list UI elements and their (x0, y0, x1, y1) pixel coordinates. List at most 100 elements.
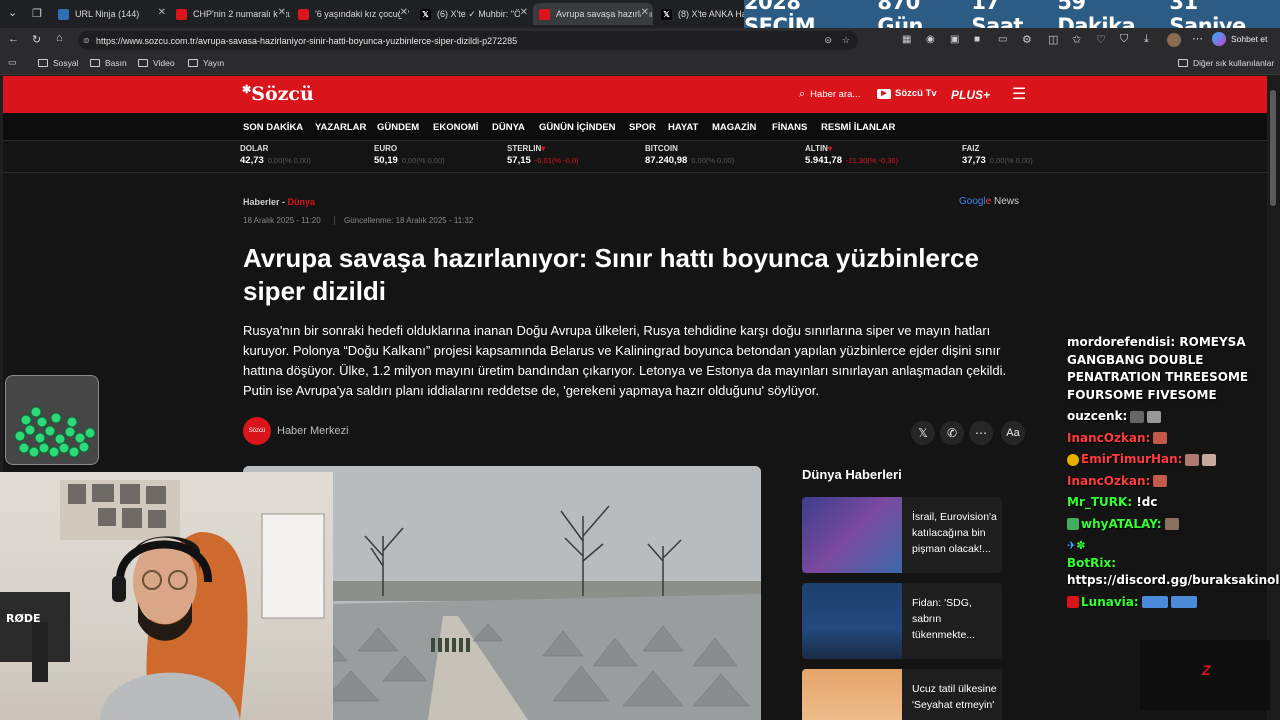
hamburger-menu-icon[interactable]: ☰ (1012, 84, 1026, 104)
nav-gundem[interactable]: GÜNDEM (377, 122, 419, 133)
extension-icon[interactable]: ■ (974, 34, 980, 45)
ticker-name: EURO (374, 144, 398, 153)
favorite-star-icon[interactable]: ☆ (842, 35, 850, 46)
tab-label: CHP'nin 2 numaralı koltuğu (193, 9, 290, 19)
nav-spor[interactable]: SPOR (629, 122, 656, 133)
tab-kiz-cocugu[interactable]: '6 yaşındaki kız çocuğu' ✕ (292, 3, 412, 25)
streamer-webcam-overlay: RØDE (0, 472, 333, 720)
extension-icon[interactable]: ▣ (950, 34, 959, 45)
tab-url-ninja[interactable]: URL Ninja (144) ✕ (52, 3, 170, 25)
updated-date: Güncellenme: 18 Aralık 2025 - 11:32 (334, 216, 473, 225)
sidebar-news-item[interactable]: Ucuz tatil ülkesine 'Seyahat etmeyin' (802, 669, 1002, 720)
ticker-dolar[interactable]: DOLAR 42,73 0,00(% 0,00) (240, 144, 311, 166)
bookmark-label: Video (153, 58, 175, 68)
address-input[interactable]: ⊜ https://www.sozcu.com.tr/avrupa-savasa… (78, 31, 858, 50)
nav-hayat[interactable]: HAYAT (668, 122, 698, 133)
more-icon[interactable]: ⋯ (1192, 32, 1203, 45)
x-favicon: 𝕏 (420, 8, 431, 20)
close-icon[interactable]: ✕ (158, 7, 166, 18)
tab-x-muhbir[interactable]: 𝕏 (6) X'te ✓ Muhbir: "Ö ✕ (414, 3, 532, 25)
tab-label: Avrupa savaşa hazırlanı (556, 9, 653, 19)
tab-x-anka[interactable]: 𝕏 (8) X'te ANKA Haber (655, 3, 745, 25)
play-icon: ▶ (877, 88, 891, 99)
share-whatsapp-icon[interactable]: ✆ (940, 421, 964, 445)
nav-ekonomi[interactable]: EKONOMİ (433, 122, 478, 133)
sidebar-news-item[interactable]: İsrail, Eurovision'a katılacağına bin pi… (802, 497, 1002, 573)
stream-jar-overlay (5, 375, 99, 465)
ticker-euro[interactable]: EURO 50,19 0,00(% 0,00) (374, 144, 445, 166)
sidebar-news-item[interactable]: Fidan: 'SDG, sabrın tükenmekte... (802, 583, 1002, 659)
back-icon[interactable]: ← (8, 33, 19, 45)
ticker-bitcoin[interactable]: BITCOIN 87.240,98 0,00(% 0,00) (645, 144, 734, 166)
plus-link[interactable]: PLUS+ (951, 88, 990, 102)
home-icon[interactable]: ⌂ (56, 32, 63, 44)
close-icon[interactable]: ✕ (277, 7, 286, 18)
reader-icon[interactable]: ⊝ (824, 35, 832, 46)
tab-list-icon[interactable]: ⌄ (8, 6, 17, 19)
browser-essentials-icon[interactable]: ⛉ (1120, 33, 1128, 46)
puzzle-icon[interactable]: ⚙ (1022, 33, 1032, 46)
chat-username: mordorefendisi: (1067, 335, 1176, 349)
profile-avatar[interactable] (1167, 33, 1181, 47)
chat-username: whyATALAY: (1081, 516, 1162, 531)
ticker-sterlin[interactable]: STERLIN▾ 57,15 -0,01(% -0,0) (507, 144, 579, 166)
nav-resmi-ilanlar[interactable]: RESMİ İLANLAR (821, 122, 895, 133)
tab-chp[interactable]: CHP'nin 2 numaralı koltuğu ✕ (170, 3, 290, 25)
extension-icon[interactable]: ▦ (902, 34, 911, 45)
workspaces-icon[interactable]: ❐ (32, 7, 42, 20)
nav-yazarlar[interactable]: YAZARLAR (315, 122, 366, 133)
downloads-icon[interactable]: ⤓ (1144, 33, 1149, 46)
refresh-icon[interactable]: ↻ (32, 33, 41, 46)
close-icon[interactable]: ✕ (640, 7, 649, 18)
bookmark-label: Sosyal (53, 58, 79, 68)
breadcrumb-dunya[interactable]: Dünya (288, 197, 316, 207)
bookmark-folder-video[interactable]: Video (138, 58, 175, 68)
breadcrumb-haberler[interactable]: Haberler (243, 197, 280, 207)
bookmark-folder-basin[interactable]: Basın (90, 58, 127, 68)
bookmark-folder-yayin[interactable]: Yayın (188, 58, 224, 68)
font-size-icon[interactable]: Aa (1001, 421, 1025, 445)
folder-icon (1178, 59, 1188, 67)
close-icon[interactable]: ✕ (519, 7, 528, 18)
sozcu-tv-link[interactable]: ▶ Sözcü Tv (877, 88, 937, 99)
nav-finans[interactable]: FİNANS (772, 122, 807, 133)
close-icon[interactable]: ✕ (399, 7, 408, 18)
nav-son-dakika[interactable]: SON DAKİKA (243, 122, 303, 133)
favorites-icon[interactable]: ✩ (1072, 33, 1081, 46)
badge-icon (1067, 518, 1079, 530)
site-logo[interactable]: ✱Sözcü (242, 83, 314, 105)
site-search[interactable]: ⌕ Haber ara... (799, 88, 860, 101)
election-countdown-overlay: 2028 SEÇİM 870 Gün 17 Saat 59 Dakika 31 … (744, 0, 1280, 38)
logo-mark-icon: ✱ (242, 83, 252, 96)
emote-icon (1185, 453, 1200, 466)
bookmark-folder-sosyal[interactable]: Sosyal (38, 58, 79, 68)
extension-icon[interactable]: ◉ (926, 34, 935, 45)
extension-icon[interactable]: ▭ (998, 34, 1007, 45)
ticker-altin[interactable]: ALTIN▾ 5.941,78 -21,30(% -0,36) (805, 144, 898, 166)
google-news-link[interactable]: Google News (959, 196, 1019, 207)
breadcrumb-separator: - (279, 197, 288, 207)
split-screen-icon[interactable]: ◫ (1048, 33, 1058, 46)
tab-label: (8) X'te ANKA Haber (678, 9, 745, 19)
bookmarks-bar: ▭ Sosyal Basın Video Yayın Diğer sık kul… (0, 53, 1280, 75)
reading-list-icon[interactable]: ▭ (8, 57, 17, 68)
copilot-label: Sohbet et (1231, 34, 1268, 44)
nav-dunya[interactable]: DÜNYA (492, 122, 525, 133)
nav-gunun-icinden[interactable]: GÜNÜN İÇİNDEN (539, 122, 616, 133)
collections-icon[interactable]: ♡ (1096, 33, 1106, 46)
sozcu-favicon (539, 8, 550, 20)
tab-avrupa-active[interactable]: Avrupa savaşa hazırlanı ✕ (533, 3, 653, 25)
site-info-icon[interactable]: ⊜ (83, 36, 90, 45)
ticker-value: 5.941,78 (805, 155, 842, 166)
copilot-button[interactable]: Sohbet et (1212, 32, 1267, 46)
nav-magazin[interactable]: MAGAZİN (712, 122, 756, 133)
share-x-icon[interactable]: 𝕏 (911, 421, 935, 445)
chat-username: ouzcenk: (1067, 409, 1128, 423)
ticker-faiz[interactable]: FAIZ 37,73 0,00(% 0,00) (962, 144, 1033, 166)
share-more-icon[interactable]: ⋯ (969, 421, 993, 445)
site-header: ✱Sözcü ⌕ Haber ara... ▶ Sözcü Tv PLUS+ ☰ (3, 76, 1267, 113)
scrollbar-thumb[interactable] (1270, 90, 1276, 206)
other-bookmarks[interactable]: Diğer sık kullanılanlar (1178, 58, 1274, 68)
ticker-value: 42,73 (240, 155, 264, 166)
article-author[interactable]: Sözcü Haber Merkezi (243, 417, 349, 445)
